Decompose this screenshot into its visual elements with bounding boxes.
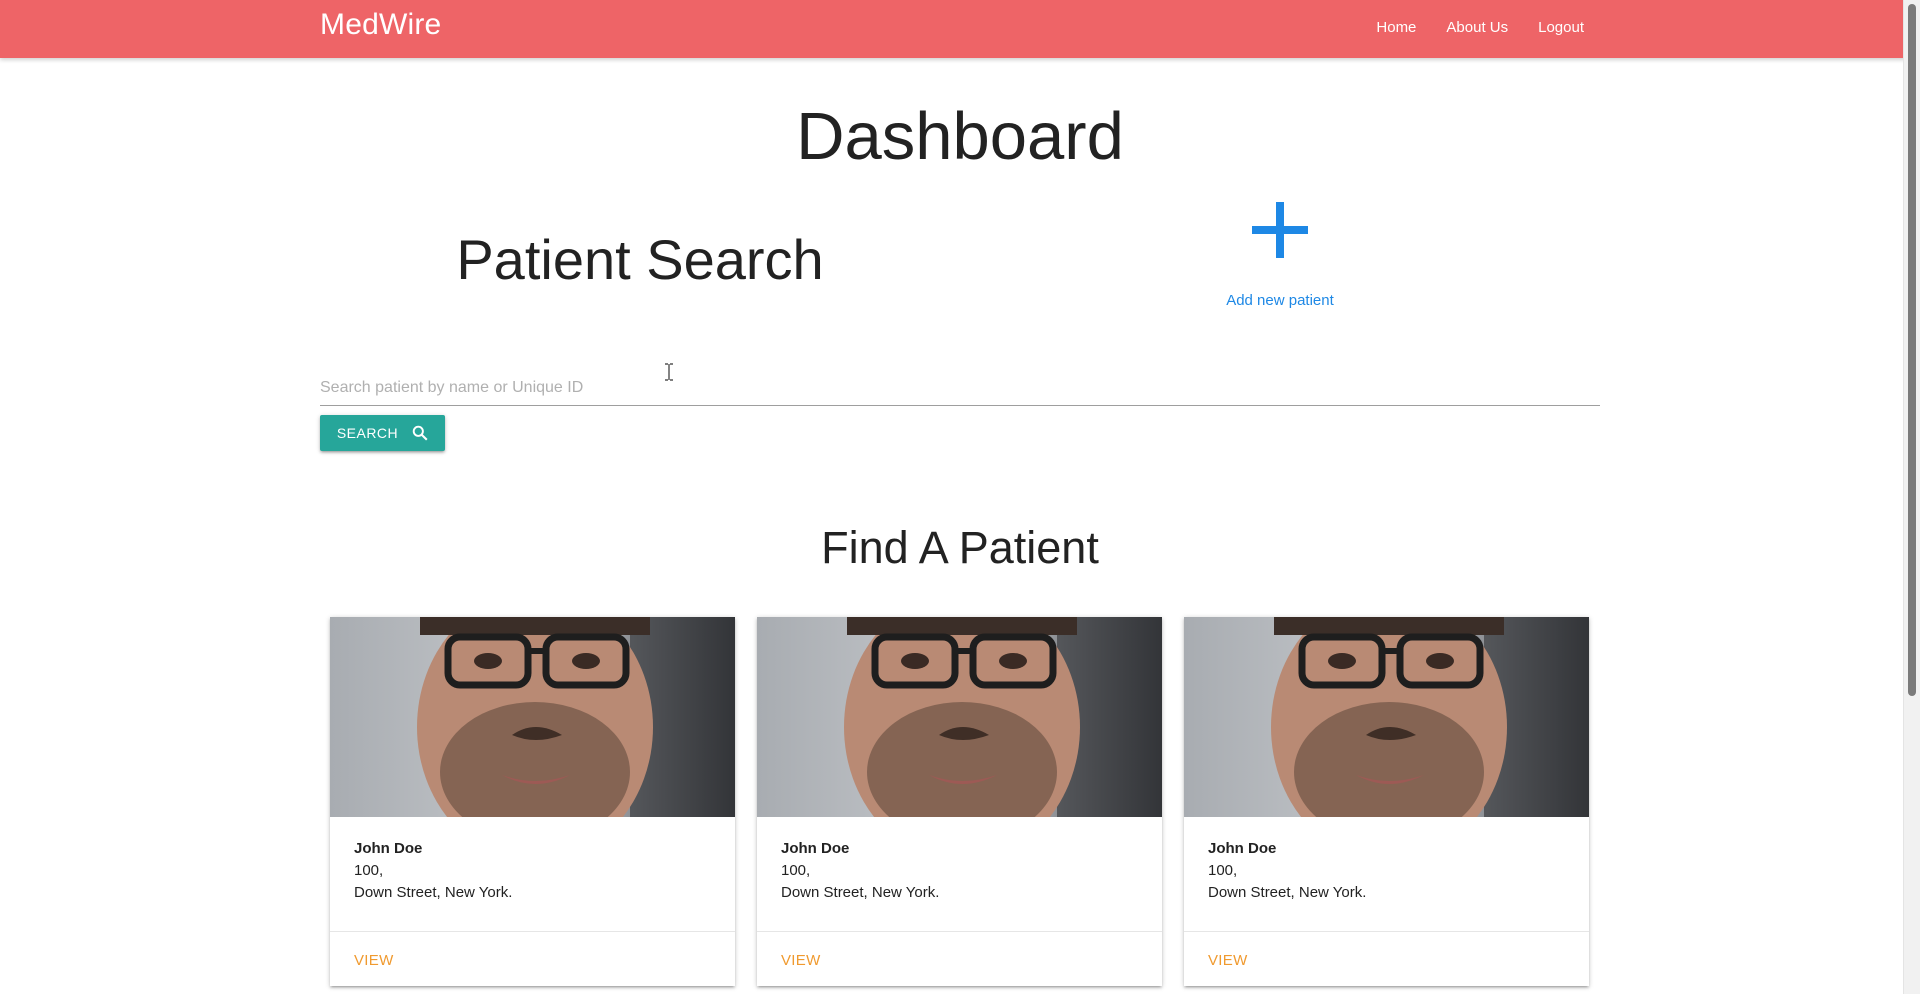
patient-name: John Doe — [354, 840, 423, 857]
patient-card: John Doe 100, Down Street, New York. VIE… — [330, 617, 735, 986]
patient-photo — [1184, 617, 1589, 817]
patient-cards: John Doe 100, Down Street, New York. VIE… — [330, 617, 1590, 987]
patient-photo — [757, 617, 1162, 817]
patient-card: John Doe 100, Down Street, New York. VIE… — [1184, 617, 1589, 986]
scrollbar-thumb[interactable] — [1908, 4, 1916, 696]
patient-address-line2: Down Street, New York. — [1208, 884, 1367, 901]
add-new-patient-button[interactable]: Add new patient — [1120, 200, 1440, 309]
patient-photo-image — [417, 617, 735, 817]
patient-name: John Doe — [781, 840, 850, 857]
text-cursor-icon — [665, 363, 673, 381]
patient-photo — [330, 617, 735, 817]
nav-links: Home About Us Logout — [1346, 0, 1584, 54]
view-patient-link[interactable]: VIEW — [757, 932, 1162, 989]
navbar: MedWire Home About Us Logout — [0, 0, 1920, 58]
search-icon — [412, 425, 428, 441]
patient-name: John Doe — [1208, 840, 1277, 857]
page-scrollbar[interactable] — [1903, 0, 1920, 994]
patient-card: John Doe 100, Down Street, New York. VIE… — [757, 617, 1162, 986]
patient-photo-image — [844, 617, 1162, 817]
nav-link-home[interactable]: Home — [1376, 19, 1416, 36]
search-button[interactable]: SEARCH — [320, 415, 445, 451]
patient-address-line2: Down Street, New York. — [354, 884, 513, 901]
plus-icon[interactable] — [1250, 200, 1310, 260]
page-title: Dashboard — [796, 99, 1124, 174]
find-a-patient-heading: Find A Patient — [821, 522, 1099, 573]
view-patient-link[interactable]: VIEW — [1184, 932, 1589, 989]
patient-card-content: John Doe 100, Down Street, New York. — [757, 817, 1162, 932]
patient-card-content: John Doe 100, Down Street, New York. — [1184, 817, 1589, 932]
patient-address-line1: 100, — [1208, 862, 1238, 879]
brand-logo[interactable]: MedWire — [320, 8, 441, 42]
nav-link-about-us[interactable]: About Us — [1446, 19, 1508, 36]
patient-address-line1: 100, — [354, 862, 384, 879]
view-patient-link[interactable]: VIEW — [330, 932, 735, 989]
patient-photo-image — [1271, 617, 1589, 817]
patient-search-input[interactable] — [320, 370, 1600, 406]
patient-card-content: John Doe 100, Down Street, New York. — [330, 817, 735, 932]
search-button-label: SEARCH — [336, 425, 399, 441]
patient-search-heading: Patient Search — [456, 228, 824, 291]
patient-address-line1: 100, — [781, 862, 811, 879]
nav-link-logout[interactable]: Logout — [1538, 19, 1584, 36]
add-new-patient-label[interactable]: Add new patient — [1120, 292, 1440, 309]
patient-address-line2: Down Street, New York. — [781, 884, 940, 901]
